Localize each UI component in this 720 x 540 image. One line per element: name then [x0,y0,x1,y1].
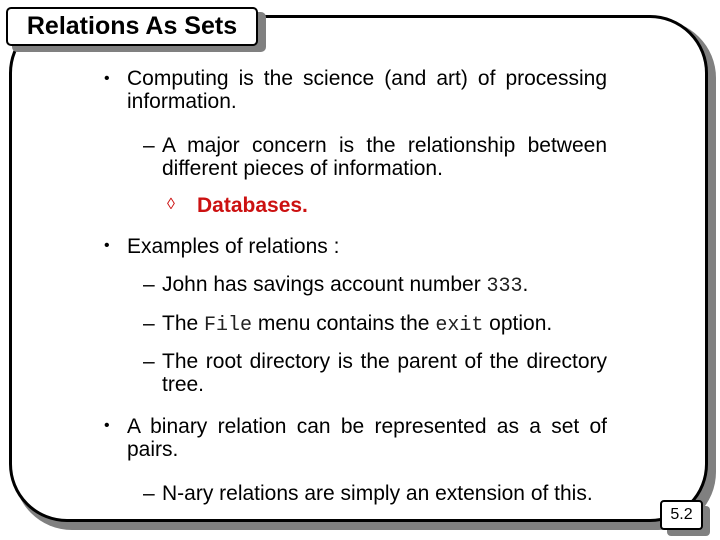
sub-bullet-nary: N-ary relations are simply an extension … [162,482,593,505]
text: The [162,312,205,335]
text: . [522,273,529,296]
sub-bullet-concern: A major concern is the relationship betw… [162,134,607,180]
dash-icon: – [143,273,155,296]
bullet-binary: A binary relation can be represented as … [127,415,607,461]
text: John has savings account number [162,273,487,296]
sub-bullet-john: John has savings account number 333. [162,273,528,298]
dash-icon: – [143,350,155,373]
page-number: 5.2 [660,500,703,530]
sub-bullet-root: The root directory is the parent of the … [162,350,607,396]
bullet-icon: • [104,417,110,434]
subsub-databases: Databases. [197,194,308,217]
text: menu contains the [252,312,436,335]
bullet-examples: Examples of relations : [127,235,340,258]
dash-icon: – [143,312,155,335]
bullet-icon: • [104,237,110,254]
code-exit: exit [435,314,484,337]
text: option. [483,312,553,335]
slide-title: Relations As Sets [6,7,258,46]
code-file: File [204,314,253,337]
bullet-computing: Computing is the science (and art) of pr… [127,67,607,113]
bullet-icon: • [104,70,110,87]
diamond-icon: ◊ [167,196,175,213]
sub-bullet-file: The File menu contains the exit option. [162,312,552,337]
dash-icon: – [143,482,155,505]
code-333: 333 [486,275,523,298]
dash-icon: – [143,134,155,157]
